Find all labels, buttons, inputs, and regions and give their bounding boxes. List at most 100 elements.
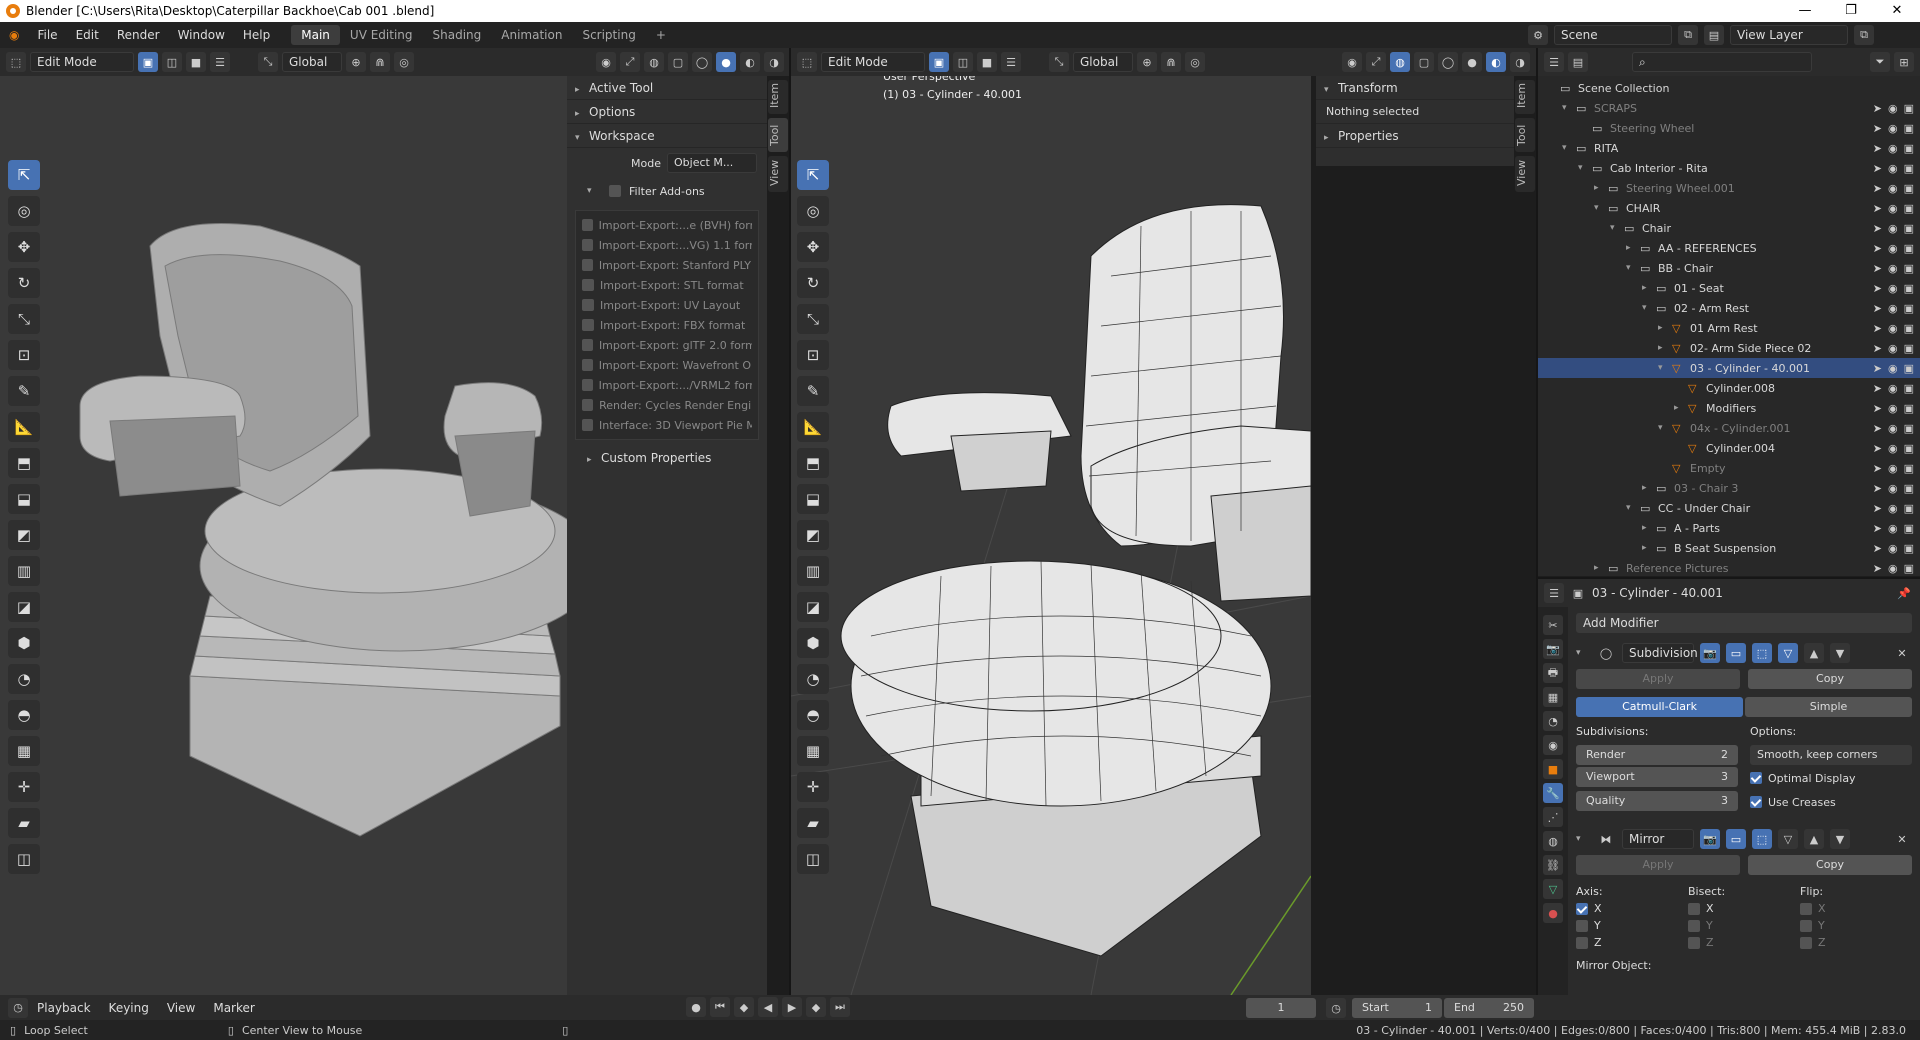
menu-file[interactable]: File bbox=[28, 22, 66, 48]
expand-arrow-icon[interactable]: ▸ bbox=[1642, 483, 1656, 493]
addon-item[interactable]: Import-Export:.../VRML2 format bbox=[582, 375, 752, 395]
filter-icon[interactable]: ⏷ bbox=[1870, 52, 1890, 72]
outliner-row[interactable]: ▾ ▭ SCRAPS ➤ ◉ ▣ bbox=[1538, 98, 1920, 118]
outliner-row[interactable]: ▸ ▭ AA - REFERENCES ➤ ◉ ▣ bbox=[1538, 238, 1920, 258]
eye-icon[interactable]: ◉ bbox=[1888, 562, 1898, 575]
rotate-tool-icon[interactable]: ↻ bbox=[8, 268, 40, 298]
scene-tab-icon[interactable]: ◔ bbox=[1543, 711, 1563, 731]
addon-item[interactable]: Import-Export: FBX format bbox=[582, 315, 752, 335]
edge-slide-tool-icon[interactable]: ▦ bbox=[8, 736, 40, 766]
timeline-editor-icon[interactable]: ◷ bbox=[8, 997, 28, 1018]
right-menu-icon[interactable]: ☰ bbox=[1001, 52, 1021, 72]
addon-item[interactable]: Import-Export: STL format bbox=[582, 275, 752, 295]
cage-toggle-icon[interactable]: ▽ bbox=[1778, 829, 1798, 849]
outliner-row[interactable]: ▽ Cylinder.004 ➤ ◉ ▣ bbox=[1538, 438, 1920, 458]
eye-icon[interactable]: ◉ bbox=[1888, 262, 1898, 275]
expand-arrow-icon[interactable]: ▸ bbox=[1642, 283, 1656, 293]
output-tab-icon[interactable]: 🖶 bbox=[1543, 663, 1563, 683]
move-down-icon[interactable]: ▼ bbox=[1830, 829, 1850, 849]
flip-y-checkbox[interactable] bbox=[1800, 919, 1812, 932]
camera-icon[interactable]: ▣ bbox=[1904, 382, 1914, 395]
rip-tool-icon[interactable]: ◫ bbox=[8, 844, 40, 874]
bisect-y-checkbox[interactable] bbox=[1688, 919, 1700, 932]
loopcut-tool-icon[interactable]: ▥ bbox=[797, 556, 829, 586]
outliner-row[interactable]: ▸ ▭ A - Parts ➤ ◉ ▣ bbox=[1538, 518, 1920, 538]
pivot-icon[interactable]: ⊕ bbox=[346, 52, 366, 72]
addon-checkbox[interactable] bbox=[582, 239, 593, 251]
camera-icon[interactable]: ▣ bbox=[1904, 322, 1914, 335]
outliner-row[interactable]: ▸ ▽ Modifiers ➤ ◉ ▣ bbox=[1538, 398, 1920, 418]
workspace-tab-shading[interactable]: Shading bbox=[423, 25, 492, 45]
optimal-display-checkbox[interactable] bbox=[1750, 772, 1762, 784]
render-toggle-icon[interactable]: 📷 bbox=[1700, 643, 1720, 663]
scene-selector[interactable]: Scene bbox=[1554, 25, 1672, 45]
viewport-levels-field[interactable]: Viewport 3 bbox=[1576, 767, 1738, 787]
flip-z-checkbox[interactable] bbox=[1800, 936, 1812, 949]
catmull-clark-button[interactable]: Catmull-Clark bbox=[1576, 697, 1743, 717]
measure-tool-icon[interactable]: 📐 bbox=[797, 412, 829, 442]
eye-icon[interactable]: ◉ bbox=[1888, 342, 1898, 355]
uv-smooth-dropdown[interactable]: Smooth, keep corners bbox=[1750, 745, 1912, 765]
eye-icon[interactable]: ◉ bbox=[1888, 142, 1898, 155]
expand-arrow-icon[interactable]: ▾ bbox=[1642, 303, 1656, 313]
eye-icon[interactable]: ◉ bbox=[1888, 462, 1898, 475]
simple-button[interactable]: Simple bbox=[1745, 697, 1912, 717]
camera-icon[interactable]: ▣ bbox=[1904, 522, 1914, 535]
mirror-copy-button[interactable]: Copy bbox=[1748, 855, 1912, 875]
proportional-icon[interactable]: ◎ bbox=[394, 52, 414, 72]
outliner-editor-icon[interactable]: ☰ bbox=[1544, 52, 1564, 72]
expand-arrow-icon[interactable]: ▸ bbox=[1674, 403, 1688, 413]
select-toggle-icon[interactable]: ➤ bbox=[1873, 142, 1882, 155]
addon-item[interactable]: Import-Export: Stanford PLY f... bbox=[582, 255, 752, 275]
cursor-tool-icon[interactable]: ◎ bbox=[797, 196, 829, 226]
clock-icon[interactable]: ◷ bbox=[1326, 998, 1346, 1018]
outliner-row[interactable]: ▸ ▭ Reference Pictures ➤ ◉ ▣ bbox=[1538, 558, 1920, 576]
outliner-row[interactable]: ▸ ▭ 03 - Chair 3 ➤ ◉ ▣ bbox=[1538, 478, 1920, 498]
jump-end-icon[interactable]: ⏭ bbox=[830, 997, 850, 1017]
addon-item[interactable]: Import-Export:...e (BVH) format bbox=[582, 215, 752, 235]
camera-icon[interactable]: ▣ bbox=[1904, 482, 1914, 495]
smooth-tool-icon[interactable]: ◓ bbox=[8, 700, 40, 730]
addon-item[interactable]: Import-Export: Wavefront OB... bbox=[582, 355, 752, 375]
eye-icon[interactable]: ◉ bbox=[1888, 482, 1898, 495]
bisect-x-checkbox[interactable] bbox=[1688, 902, 1700, 915]
axis-y-checkbox[interactable] bbox=[1576, 919, 1588, 932]
outliner-row[interactable]: ▾ ▭ CHAIR ➤ ◉ ▣ bbox=[1538, 198, 1920, 218]
expand-arrow-icon[interactable]: ▸ bbox=[1658, 323, 1672, 333]
eye-icon[interactable]: ◉ bbox=[1888, 302, 1898, 315]
material-shading-icon[interactable]: ◐ bbox=[740, 52, 760, 72]
expand-arrow-icon[interactable]: ▸ bbox=[1642, 543, 1656, 553]
outliner-row[interactable]: ▸ ▽ 01 Arm Rest ➤ ◉ ▣ bbox=[1538, 318, 1920, 338]
view-menu[interactable]: View bbox=[158, 995, 204, 1021]
marker-menu[interactable]: Marker bbox=[204, 995, 263, 1021]
addon-item[interactable]: Render: Cycles Render Engine bbox=[582, 395, 752, 415]
eye-icon[interactable]: ◉ bbox=[1888, 322, 1898, 335]
start-frame-field[interactable]: Start 1 bbox=[1352, 998, 1442, 1018]
quality-field[interactable]: Quality 3 bbox=[1576, 791, 1738, 811]
outliner-search-input[interactable]: ⌕ bbox=[1632, 52, 1812, 72]
outliner-row[interactable]: ▾ ▭ 02 - Arm Rest ➤ ◉ ▣ bbox=[1538, 298, 1920, 318]
addon-checkbox[interactable] bbox=[582, 259, 593, 271]
outliner-row[interactable]: ▭ Steering Wheel ➤ ◉ ▣ bbox=[1538, 118, 1920, 138]
eye-icon[interactable]: ◉ bbox=[1888, 402, 1898, 415]
loopcut-tool-icon[interactable]: ▥ bbox=[8, 556, 40, 586]
left-orientation-dropdown[interactable]: Global bbox=[282, 52, 342, 72]
physics-tab-icon[interactable]: ◍ bbox=[1543, 831, 1563, 851]
solid-shading-icon[interactable]: ● bbox=[1462, 52, 1482, 72]
select-toggle-icon[interactable]: ➤ bbox=[1873, 562, 1882, 575]
camera-icon[interactable]: ▣ bbox=[1904, 202, 1914, 215]
shear-tool-icon[interactable]: ▰ bbox=[8, 808, 40, 838]
select-toggle-icon[interactable]: ➤ bbox=[1873, 342, 1882, 355]
measure-tool-icon[interactable]: 📐 bbox=[8, 412, 40, 442]
subdivision-apply-button[interactable]: Apply bbox=[1576, 669, 1740, 689]
use-creases-checkbox[interactable] bbox=[1750, 796, 1762, 808]
shrink-tool-icon[interactable]: ✛ bbox=[797, 772, 829, 802]
left-mode-dropdown[interactable]: Edit Mode bbox=[30, 52, 134, 72]
add-modifier-dropdown[interactable]: Add Modifier bbox=[1576, 613, 1912, 633]
right-orientation-dropdown[interactable]: Global bbox=[1073, 52, 1133, 72]
prev-keyframe-icon[interactable]: ◆ bbox=[734, 997, 754, 1017]
right-mode-dropdown[interactable]: Edit Mode bbox=[821, 52, 925, 72]
move-down-icon[interactable]: ▼ bbox=[1830, 643, 1850, 663]
extrude-tool-icon[interactable]: ⬒ bbox=[8, 448, 40, 478]
outliner-row[interactable]: ▾ ▭ CC - Under Chair ➤ ◉ ▣ bbox=[1538, 498, 1920, 518]
